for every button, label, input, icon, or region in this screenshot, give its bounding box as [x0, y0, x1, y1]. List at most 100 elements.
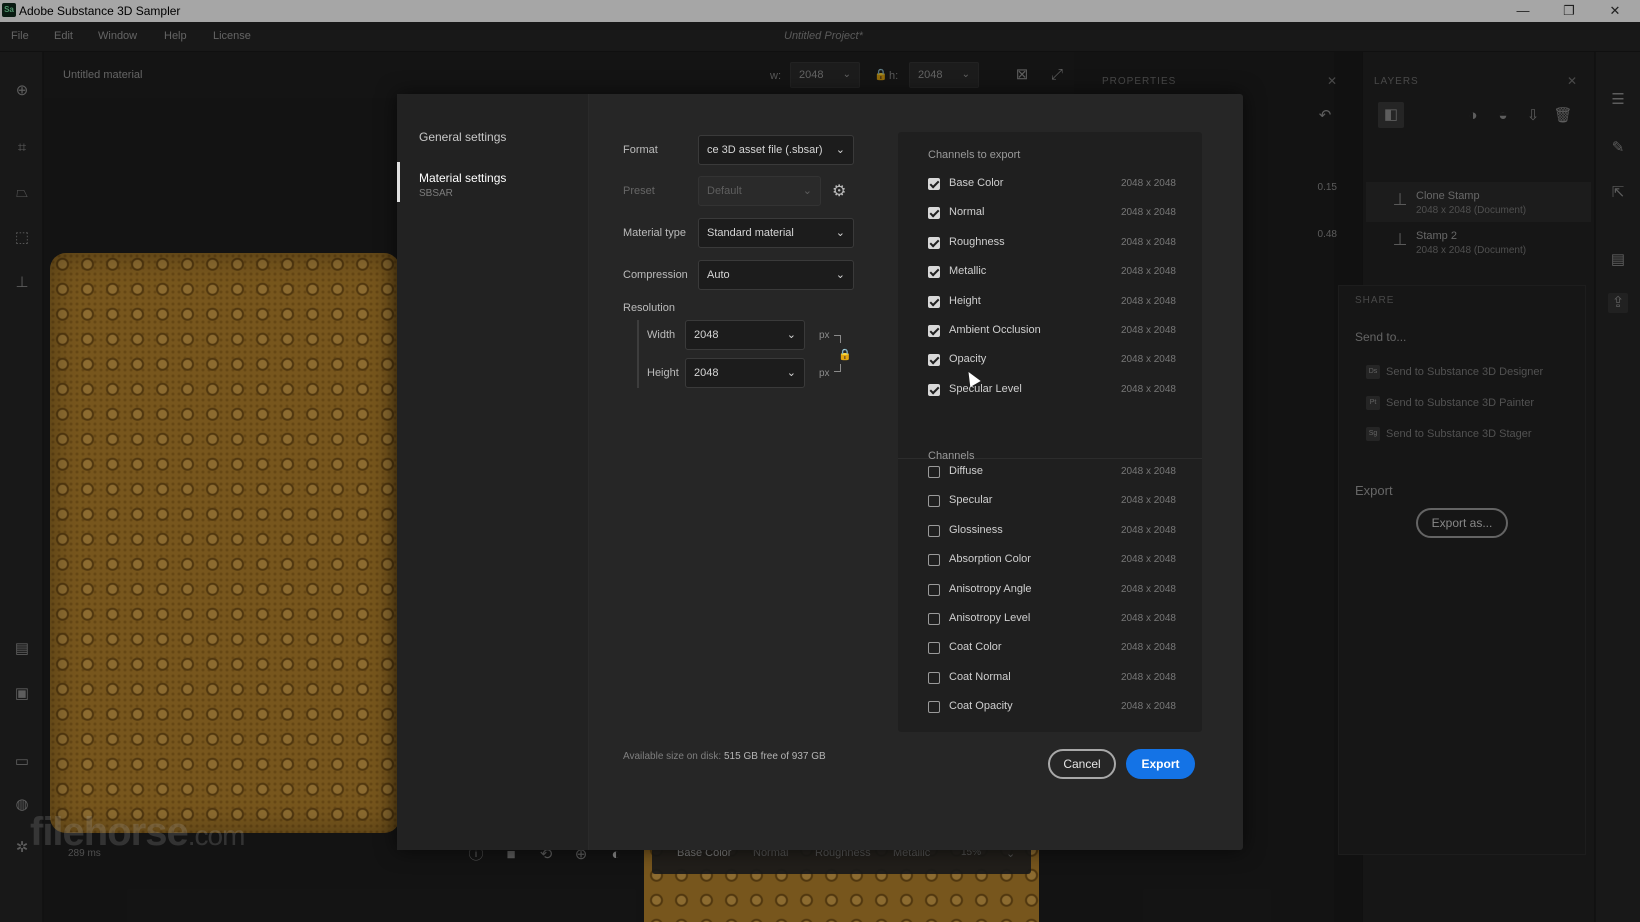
- channel-row[interactable]: Coat Opacity 2048 x 2048: [928, 699, 1176, 719]
- adjust-icon[interactable]: ☰: [1608, 90, 1628, 110]
- restore-button[interactable]: ❐: [1546, 0, 1592, 22]
- channel-checkbox[interactable]: [928, 178, 940, 190]
- brush-icon[interactable]: ✎: [1608, 138, 1628, 158]
- channel-row[interactable]: Base Color 2048 x 2048: [928, 176, 1176, 196]
- channel-checkbox[interactable]: [928, 236, 940, 249]
- channel-checkbox[interactable]: [928, 207, 940, 220]
- close-button[interactable]: ✕: [1592, 0, 1638, 22]
- mask-icon[interactable]: ◑: [1463, 106, 1483, 126]
- preset-settings-icon[interactable]: ⚙: [832, 181, 846, 201]
- share-icon[interactable]: ⇪: [1608, 293, 1628, 313]
- settings-icon[interactable]: ✲: [12, 838, 32, 858]
- channel-checkbox[interactable]: [928, 466, 940, 478]
- channel-checkbox[interactable]: [928, 325, 940, 337]
- channel-name: Anisotropy Angle: [949, 582, 1032, 595]
- width-select[interactable]: 2048 ⌄: [685, 320, 805, 350]
- channel-row[interactable]: Absorption Color 2048 x 2048: [928, 552, 1176, 572]
- channel-row[interactable]: Height 2048 x 2048: [928, 294, 1176, 314]
- material-type-select[interactable]: Standard material ⌄: [698, 218, 854, 248]
- toolbox-icon[interactable]: ▣: [12, 684, 32, 704]
- crop-icon[interactable]: ⌗: [12, 138, 32, 158]
- channel-checkbox[interactable]: [928, 642, 940, 655]
- channel-row[interactable]: Roughness 2048 x 2048: [928, 235, 1176, 255]
- channel-checkbox[interactable]: [928, 295, 940, 308]
- channel-checkbox[interactable]: [928, 495, 940, 508]
- right-toolbar: ☰ ✎ ⇱ ▤ ⇪: [1595, 52, 1640, 922]
- channel-checkbox[interactable]: [928, 383, 940, 396]
- channel-row[interactable]: Specular 2048 x 2048: [928, 493, 1176, 513]
- channel-checkbox[interactable]: [928, 701, 940, 714]
- channel-row[interactable]: Opacity 2048 x 2048: [928, 352, 1176, 372]
- channel-checkbox[interactable]: [928, 266, 940, 279]
- channel-row[interactable]: Diffuse 2048 x 2048: [928, 464, 1176, 484]
- compression-select[interactable]: Auto ⌄: [698, 260, 854, 290]
- nav-general-settings[interactable]: General settings: [419, 130, 506, 144]
- display-icon[interactable]: ▭: [12, 752, 32, 772]
- material-preview[interactable]: [50, 253, 400, 833]
- channel-checkbox[interactable]: [928, 524, 940, 537]
- minimize-button[interactable]: —: [1500, 0, 1546, 22]
- channel-name: Normal: [949, 206, 985, 219]
- close-icon[interactable]: ✕: [1567, 74, 1577, 88]
- menu-license[interactable]: License: [213, 30, 251, 42]
- delete-icon[interactable]: 🗑: [1553, 106, 1573, 126]
- channel-row[interactable]: Normal 2048 x 2048: [928, 205, 1176, 225]
- channel-row[interactable]: Specular Level 2048 x 2048: [928, 382, 1176, 402]
- channel-checkbox[interactable]: [928, 554, 940, 567]
- perspective-icon[interactable]: ⏢: [12, 183, 32, 203]
- channel-name: Base Color: [949, 177, 1004, 189]
- layer-row[interactable]: ⊥ Stamp 2 2048 x 2048 (Document): [1366, 222, 1591, 262]
- close-icon[interactable]: ✕: [1327, 74, 1337, 88]
- channel-name: Coat Color: [949, 641, 1002, 654]
- expand-icon[interactable]: ⤢: [1047, 65, 1067, 85]
- channel-row[interactable]: Coat Color 2048 x 2048: [928, 640, 1176, 660]
- tiling-icon[interactable]: ⊠: [1012, 65, 1032, 85]
- send-to-stager[interactable]: Sg Send to Substance 3D Stager: [1366, 427, 1532, 441]
- library-icon[interactable]: ▤: [12, 639, 32, 659]
- stamp-icon[interactable]: ⊥: [12, 273, 32, 293]
- channels-list[interactable]: Channels to export Base Color 2048 x 2048…: [898, 132, 1202, 732]
- export-button[interactable]: Export: [1126, 749, 1195, 779]
- send-to-designer[interactable]: Ds Send to Substance 3D Designer: [1366, 365, 1543, 379]
- channel-row[interactable]: Anisotropy Angle 2048 x 2048: [928, 582, 1176, 602]
- menu-file[interactable]: File: [11, 30, 29, 42]
- layer-row[interactable]: ⊥ Clone Stamp 2048 x 2048 (Document): [1366, 182, 1591, 222]
- channel-row[interactable]: Ambient Occlusion 2048 x 2048: [928, 323, 1176, 343]
- format-select[interactable]: ce 3D asset file (.sbsar) ⌄: [698, 135, 854, 165]
- channel-checkbox[interactable]: [928, 583, 940, 596]
- chevron-down-icon: ⌄: [802, 185, 812, 197]
- export-doc-icon[interactable]: ⇱: [1608, 183, 1628, 203]
- channel-row[interactable]: Metallic 2048 x 2048: [928, 264, 1176, 284]
- height-label: Height: [647, 367, 679, 379]
- doc-height-select[interactable]: 2048 ⌄: [909, 62, 979, 88]
- blend-icon[interactable]: ◧: [1378, 102, 1404, 128]
- channel-checkbox[interactable]: [928, 671, 940, 684]
- nav-material-settings[interactable]: Material settings: [419, 171, 506, 185]
- import-icon[interactable]: ⇩: [1523, 106, 1543, 126]
- send-to-painter[interactable]: Pt Send to Substance 3D Painter: [1366, 396, 1534, 410]
- menu-help[interactable]: Help: [164, 30, 187, 42]
- channel-row[interactable]: Anisotropy Level 2048 x 2048: [928, 611, 1176, 631]
- undo-icon[interactable]: ↶: [1315, 106, 1335, 126]
- transform-icon[interactable]: ⬚: [12, 228, 32, 248]
- channel-row[interactable]: Glossiness 2048 x 2048: [928, 523, 1176, 543]
- channel-name: Specular Level: [949, 382, 1022, 395]
- export-as-button[interactable]: Export as...: [1416, 508, 1508, 538]
- channel-checkbox[interactable]: [928, 354, 940, 367]
- height-select[interactable]: 2048 ⌄: [685, 358, 805, 388]
- cancel-button[interactable]: Cancel: [1048, 749, 1116, 779]
- fill-icon[interactable]: ◒: [1493, 106, 1513, 126]
- menu-window[interactable]: Window: [98, 30, 137, 42]
- globe-settings-icon[interactable]: ◍: [12, 795, 32, 815]
- lock-icon[interactable]: 🔒: [838, 348, 852, 361]
- chevron-down-icon: ⌄: [835, 269, 845, 281]
- doc-width-select[interactable]: 2048 ⌄: [790, 62, 860, 88]
- channel-checkbox[interactable]: [928, 613, 940, 625]
- lock-icon[interactable]: 🔒: [874, 68, 888, 81]
- add-icon[interactable]: ⊕: [12, 81, 32, 101]
- menu-edit[interactable]: Edit: [54, 30, 73, 42]
- document-icon[interactable]: ▤: [1608, 250, 1628, 270]
- dialog-nav: General settings Material settings SBSAR: [397, 94, 589, 850]
- channel-row[interactable]: Coat Normal 2048 x 2048: [928, 670, 1176, 690]
- disk-value: 515 GB free of 937 GB: [723, 751, 826, 762]
